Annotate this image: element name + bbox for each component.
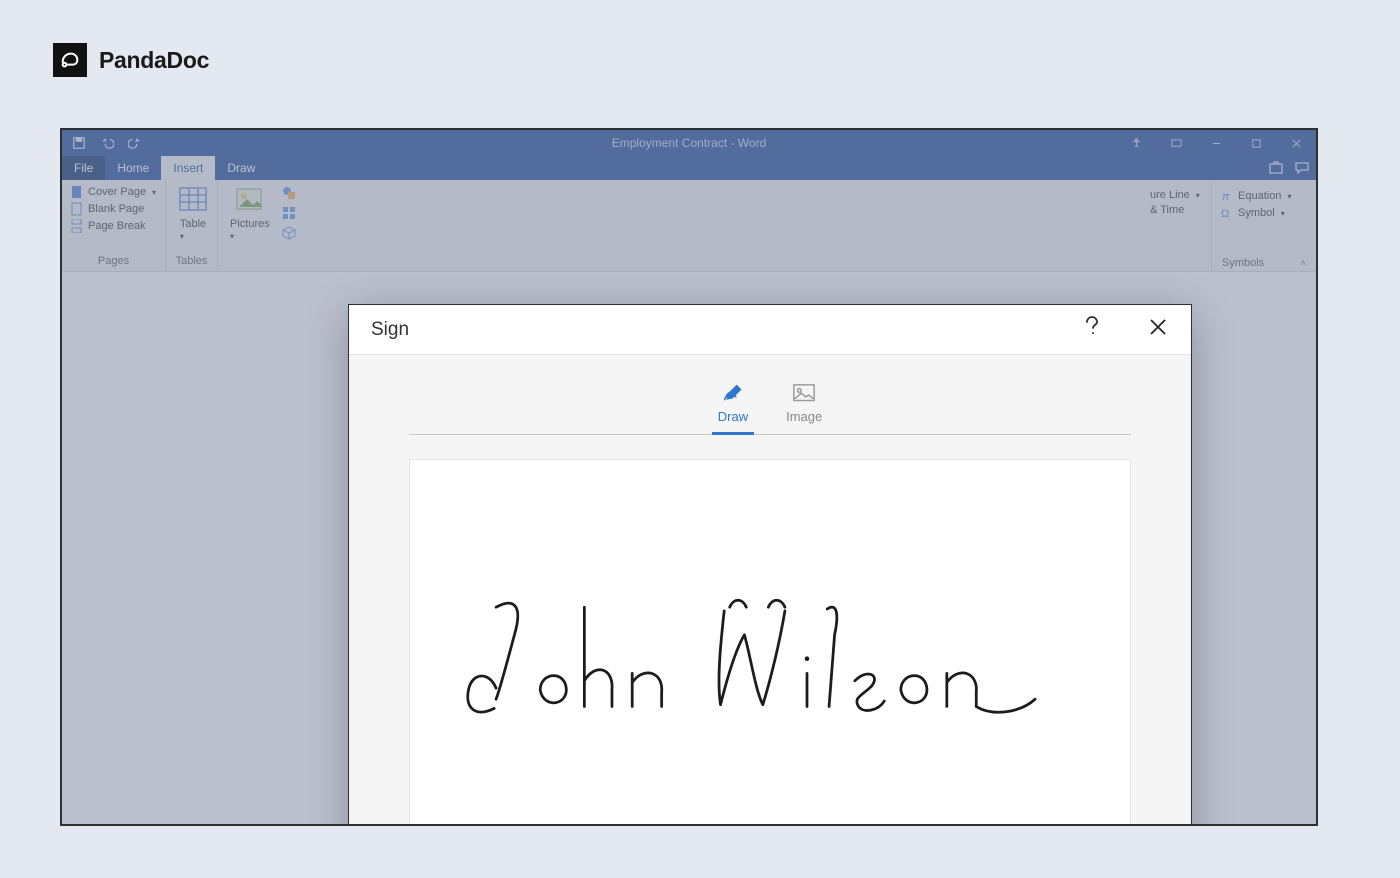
symbol-icon: Ω <box>1220 206 1234 220</box>
dialog-close-button[interactable] <box>1143 312 1173 348</box>
cover-page-label: Cover Page <box>88 186 146 198</box>
tab-home[interactable]: Home <box>105 156 161 180</box>
ribbon-group-text-partial: ure Line▾ & Time <box>1142 180 1212 271</box>
ribbon-group-tables-label: Tables <box>172 255 211 269</box>
pictures-icon <box>235 186 265 214</box>
signature-line-button[interactable]: ure Line▾ <box>1148 188 1205 202</box>
pandadoc-logo-icon <box>53 43 87 77</box>
blank-page-icon <box>70 202 84 216</box>
signature-line-label: ure Line <box>1150 189 1190 201</box>
undo-icon[interactable] <box>100 136 114 150</box>
close-icon[interactable] <box>1276 130 1316 156</box>
quick-access-toolbar <box>62 136 142 150</box>
window-controls <box>1116 130 1316 156</box>
word-titlebar: Employment Contract - Word <box>62 130 1316 156</box>
ribbon-group-illustrations: Pictures▾ <box>218 180 298 271</box>
comments-icon[interactable] <box>1294 160 1310 176</box>
ribbon-group-symbols: π Equation▾ Ω Symbol▾ Symbols ˄ <box>1212 180 1316 271</box>
dialog-title: Sign <box>371 319 409 341</box>
table-button[interactable]: Table▾ <box>172 184 214 255</box>
svg-text:π: π <box>1222 191 1230 203</box>
equation-button[interactable]: π Equation▾ <box>1218 188 1310 204</box>
blank-page-button[interactable]: Blank Page <box>68 201 158 217</box>
sign-dialog: Sign Draw <box>348 304 1192 826</box>
ribbon-group-pages-label: Pages <box>68 255 159 269</box>
maximize-icon[interactable] <box>1236 130 1276 156</box>
save-icon[interactable] <box>72 136 86 150</box>
signature-mode-image-tab[interactable]: Image <box>786 383 822 434</box>
page-break-icon <box>70 219 84 233</box>
ribbon-display-icon[interactable] <box>1156 130 1196 156</box>
minimize-icon[interactable] <box>1196 130 1236 156</box>
tab-file[interactable]: File <box>62 156 105 180</box>
table-icon <box>178 186 208 214</box>
blank-page-label: Blank Page <box>88 203 144 215</box>
svg-text:Ω: Ω <box>1221 208 1229 220</box>
symbol-label: Symbol <box>1238 207 1275 219</box>
equation-icon: π <box>1220 189 1234 203</box>
redo-icon[interactable] <box>128 136 142 150</box>
signature-mode-image-label: Image <box>786 409 822 424</box>
help-button[interactable] <box>1077 310 1107 350</box>
image-icon <box>792 383 816 403</box>
signature-mode-tabs: Draw Image <box>409 383 1131 435</box>
equation-label: Equation <box>1238 190 1281 202</box>
icons-icon[interactable] <box>282 206 296 220</box>
word-window: Employment Contract - Word File Home Ins… <box>60 128 1318 826</box>
brand-header: PandaDoc <box>53 43 209 77</box>
cover-page-button[interactable]: Cover Page▾ <box>68 184 158 200</box>
collapse-ribbon-icon[interactable]: ˄ <box>1300 258 1306 269</box>
ribbon-group-pages: Cover Page▾ Blank Page Page Break Pages <box>62 180 166 271</box>
shapes-icon[interactable] <box>282 186 296 200</box>
page-break-button[interactable]: Page Break <box>68 218 158 234</box>
pictures-label: Pictures <box>230 218 270 230</box>
accessibility-icon[interactable] <box>1116 130 1156 156</box>
signature-mode-draw-tab[interactable]: Draw <box>718 383 748 434</box>
share-icon[interactable] <box>1268 160 1284 176</box>
cover-page-icon <box>70 185 84 199</box>
table-label: Table <box>180 218 206 230</box>
symbol-button[interactable]: Ω Symbol▾ <box>1218 205 1310 221</box>
signature-canvas[interactable] <box>409 459 1131 826</box>
ribbon-group-tables: Table▾ Tables <box>166 180 218 271</box>
models-icon[interactable] <box>282 226 296 240</box>
tab-draw[interactable]: Draw <box>215 156 267 180</box>
page-break-label: Page Break <box>88 220 145 232</box>
brand-name: PandaDoc <box>99 47 209 74</box>
dialog-titlebar: Sign <box>349 305 1191 355</box>
pictures-button[interactable]: Pictures▾ <box>224 184 276 269</box>
ribbon-group-symbols-label: Symbols <box>1222 257 1264 269</box>
signature-mode-draw-label: Draw <box>718 409 748 424</box>
tab-insert[interactable]: Insert <box>161 156 215 180</box>
ribbon-tabs: File Home Insert Draw <box>62 156 1316 180</box>
draw-icon <box>721 383 745 403</box>
ribbon: Cover Page▾ Blank Page Page Break Pages <box>62 180 1316 272</box>
signature-drawing <box>439 552 1101 754</box>
date-time-label: & Time <box>1150 204 1184 216</box>
date-time-button[interactable]: & Time <box>1148 203 1205 217</box>
